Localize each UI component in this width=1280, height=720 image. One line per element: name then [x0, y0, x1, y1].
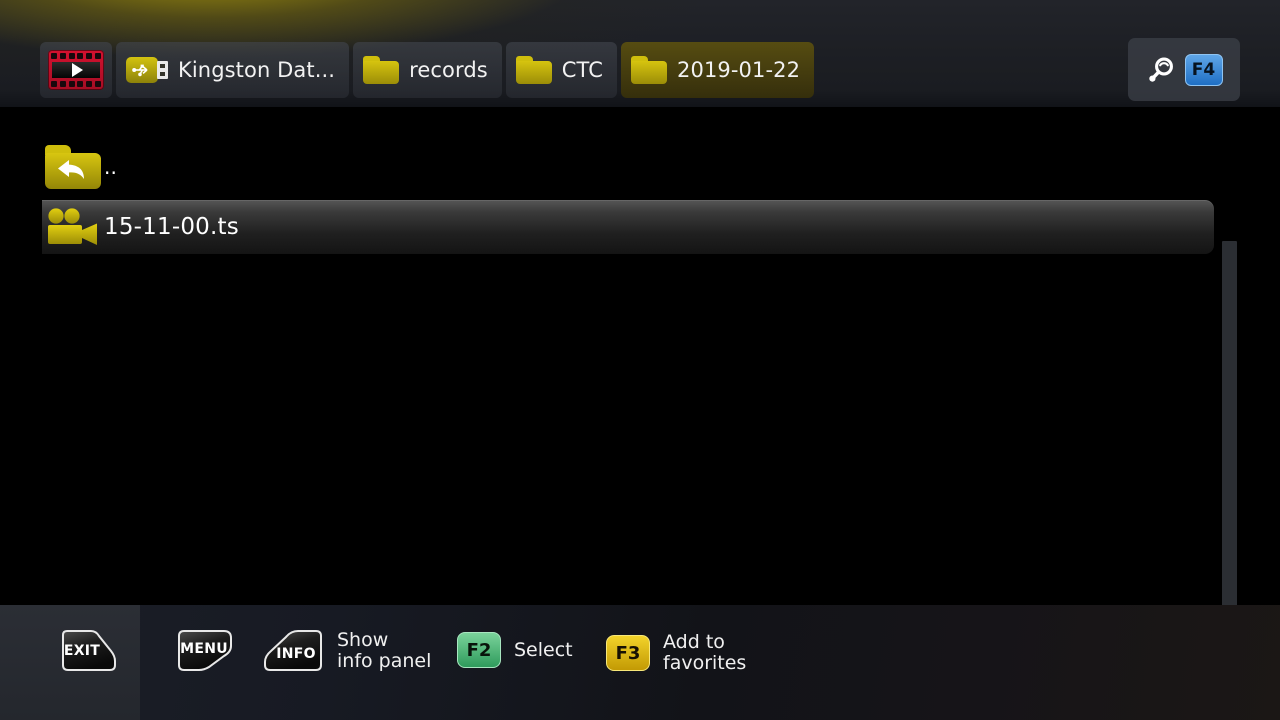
info-key-icon: INFO: [262, 629, 324, 673]
hint-info[interactable]: INFO Show info panel: [262, 629, 431, 673]
file-list: .. 15-11-00.ts: [0, 109, 1280, 699]
breadcrumb-item-current[interactable]: 2019-01-22: [621, 42, 815, 98]
hint-f3-favorites[interactable]: F3 Add to favorites: [606, 632, 746, 674]
media-file-browser: Kingston Dat... records CTC 2019-01-22 F…: [0, 0, 1280, 720]
exit-key-icon: EXIT: [56, 629, 118, 673]
list-item[interactable]: 15-11-00.ts: [42, 200, 1214, 254]
breadcrumb-item-root[interactable]: [40, 42, 112, 98]
header-bar: Kingston Dat... records CTC 2019-01-22 F…: [0, 0, 1280, 109]
breadcrumb-item-device[interactable]: Kingston Dat...: [116, 42, 350, 98]
hint-f2-select[interactable]: F2 Select: [457, 632, 573, 668]
usb-drive-icon: [126, 57, 168, 83]
search-panel: F4: [1128, 38, 1240, 101]
breadcrumb-item-records[interactable]: records: [353, 42, 502, 98]
bottom-hint-bar: EXIT MENU INFO Show info panel F2 Select…: [0, 605, 1280, 720]
film-strip-icon: [48, 50, 104, 90]
hint-exit[interactable]: EXIT: [56, 629, 118, 673]
breadcrumb-label: records: [409, 58, 488, 82]
hint-label-select: Select: [514, 638, 573, 661]
hint-label-info: Show info panel: [337, 629, 432, 672]
exit-key-label: EXIT: [63, 643, 101, 659]
f2-key[interactable]: F2: [457, 632, 501, 668]
info-key-label: INFO: [276, 645, 316, 662]
hint-label-favorites: Add to favorites: [663, 631, 747, 674]
list-item-label: 15-11-00.ts: [104, 214, 239, 240]
hint-menu[interactable]: MENU: [176, 629, 238, 673]
list-item-label: ..: [104, 155, 118, 179]
breadcrumb-item-ctc[interactable]: CTC: [505, 42, 618, 98]
breadcrumb-label: 2019-01-22: [677, 58, 801, 82]
folder-up-icon: [42, 145, 104, 189]
magnifier-icon[interactable]: [1146, 55, 1176, 85]
menu-key-label: MENU: [180, 640, 228, 657]
breadcrumb: Kingston Dat... records CTC 2019-01-22: [40, 42, 815, 98]
breadcrumb-label: CTC: [561, 58, 604, 82]
f3-key[interactable]: F3: [606, 635, 650, 671]
menu-key-icon: MENU: [176, 629, 238, 673]
breadcrumb-label: Kingston Dat...: [178, 58, 336, 82]
folder-icon: [515, 56, 552, 84]
folder-icon: [363, 56, 400, 84]
search-f4-key[interactable]: F4: [1184, 53, 1223, 86]
folder-icon: [631, 56, 668, 84]
list-item[interactable]: ..: [42, 140, 1214, 194]
movie-camera-icon: [42, 207, 104, 247]
